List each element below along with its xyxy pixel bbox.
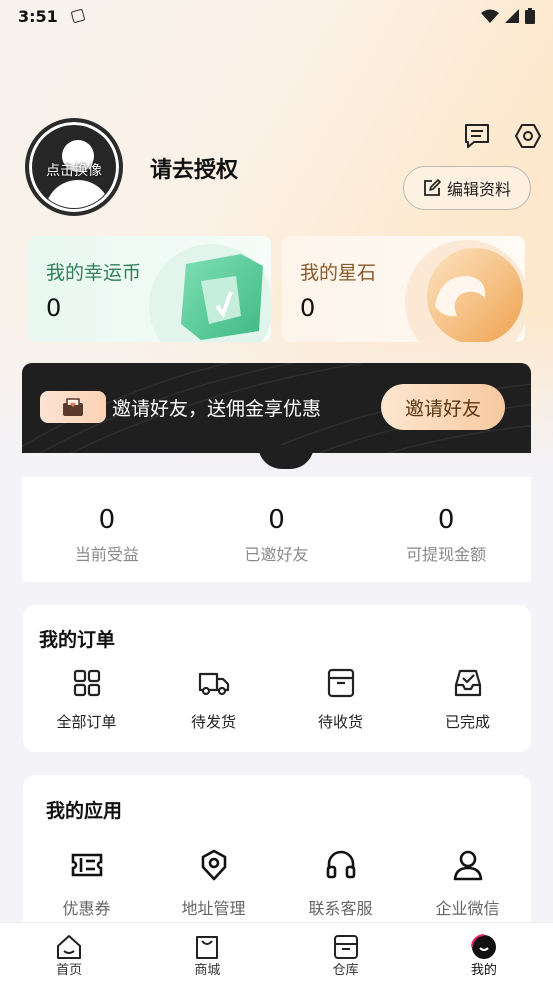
wifi-icon xyxy=(481,9,499,23)
earnings-label: 可提现金额 xyxy=(406,545,487,564)
earnings-label: 当前受益 xyxy=(74,545,139,564)
settings-icon[interactable] xyxy=(514,122,542,150)
star-stone-art-icon xyxy=(405,240,525,342)
battery-icon xyxy=(525,8,535,24)
tab-home[interactable]: 首页 xyxy=(0,923,138,984)
app-address-button[interactable]: 地址管理 xyxy=(150,849,277,919)
lucky-coin-title: 我的幸运币 xyxy=(46,262,142,284)
earnings-value: 0 xyxy=(98,505,116,535)
invite-friends-button[interactable]: 邀请好友 xyxy=(381,384,505,430)
sim-icon xyxy=(70,8,86,24)
order-completed-button[interactable]: 已完成 xyxy=(404,667,531,732)
app-support-button[interactable]: 联系客服 xyxy=(277,849,404,919)
edit-profile-label: 编辑资料 xyxy=(446,180,511,199)
lucky-coin-art-icon xyxy=(149,244,271,342)
username[interactable]: 请去授权 xyxy=(150,152,238,184)
grid-icon xyxy=(73,669,100,697)
apps-panel: 我的应用 优惠券 地址管理 联系客服 企业微信 xyxy=(23,775,531,935)
star-stone-value: 0 xyxy=(300,294,316,322)
earnings-value: 0 xyxy=(437,505,455,535)
order-item-label: 全部订单 xyxy=(56,713,117,731)
tab-label: 商城 xyxy=(194,963,221,978)
order-pending-receive-button[interactable]: 待收货 xyxy=(277,667,404,732)
app-item-label: 联系客服 xyxy=(308,899,373,918)
earnings-withdrawable[interactable]: 0 可提现金额 xyxy=(361,477,531,582)
lucky-coin-value: 0 xyxy=(46,294,62,322)
headphones-icon xyxy=(326,850,355,879)
invite-envelope-icon xyxy=(40,391,106,423)
tab-mine[interactable]: 我的 xyxy=(415,923,553,984)
edit-profile-button[interactable]: 编辑资料 xyxy=(403,166,531,210)
earnings-invited[interactable]: 0 已邀好友 xyxy=(192,477,362,582)
tab-mall[interactable]: 商城 xyxy=(138,923,276,984)
status-time: 3:51 xyxy=(18,6,58,26)
inbox-check-icon xyxy=(454,669,481,697)
app-item-label: 优惠券 xyxy=(62,899,111,918)
person-icon xyxy=(453,850,482,881)
tab-warehouse[interactable]: 仓库 xyxy=(277,923,415,984)
app-item-label: 地址管理 xyxy=(181,899,246,918)
avatar[interactable]: 点击换像 xyxy=(25,118,123,216)
orders-title: 我的订单 xyxy=(39,629,116,651)
status-bar: 3:51 xyxy=(0,0,553,32)
star-stone-title: 我的星石 xyxy=(300,262,377,284)
tab-label: 我的 xyxy=(470,963,497,978)
avatar-label: 点击换像 xyxy=(46,163,102,179)
bag-icon xyxy=(196,936,219,959)
warehouse-icon xyxy=(333,935,358,959)
app-coupon-button[interactable]: 优惠券 xyxy=(23,849,150,919)
earnings-summary: 0 当前受益 0 已邀好友 0 可提现金额 xyxy=(22,477,531,582)
order-pending-ship-button[interactable]: 待发货 xyxy=(150,667,277,732)
orders-panel: 我的订单 全部订单 待发货 待收货 已完成 xyxy=(23,605,531,752)
earnings-label: 已邀好友 xyxy=(244,545,309,564)
edit-icon xyxy=(424,179,441,196)
box-icon xyxy=(327,668,354,698)
home-icon xyxy=(57,935,82,959)
lucky-coin-card[interactable]: 我的幸运币 0 xyxy=(28,236,271,342)
apps-title: 我的应用 xyxy=(46,800,123,822)
location-icon xyxy=(201,849,226,881)
invite-text: 邀请好友，送佣金享优惠 xyxy=(112,398,322,420)
earnings-value: 0 xyxy=(268,505,285,535)
app-item-label: 企业微信 xyxy=(435,899,500,918)
bottom-tab-bar: 首页 商城 仓库 我的 xyxy=(0,922,553,984)
signal-icon xyxy=(505,9,519,23)
truck-icon xyxy=(198,672,229,696)
invite-banner: 邀请好友，送佣金享优惠 邀请好友 xyxy=(22,363,531,469)
order-all-button[interactable]: 全部订单 xyxy=(23,667,150,732)
tab-label: 首页 xyxy=(56,963,83,978)
earnings-current[interactable]: 0 当前受益 xyxy=(22,477,192,582)
order-item-label: 已完成 xyxy=(444,713,490,731)
order-item-label: 待收货 xyxy=(317,713,363,731)
profile-icon xyxy=(470,934,496,959)
order-item-label: 待发货 xyxy=(190,713,236,731)
star-stone-card[interactable]: 我的星石 0 xyxy=(282,236,525,342)
tab-label: 仓库 xyxy=(332,963,359,978)
ticket-icon xyxy=(71,853,102,877)
message-icon[interactable] xyxy=(463,122,491,150)
app-wecom-button[interactable]: 企业微信 xyxy=(404,849,531,919)
